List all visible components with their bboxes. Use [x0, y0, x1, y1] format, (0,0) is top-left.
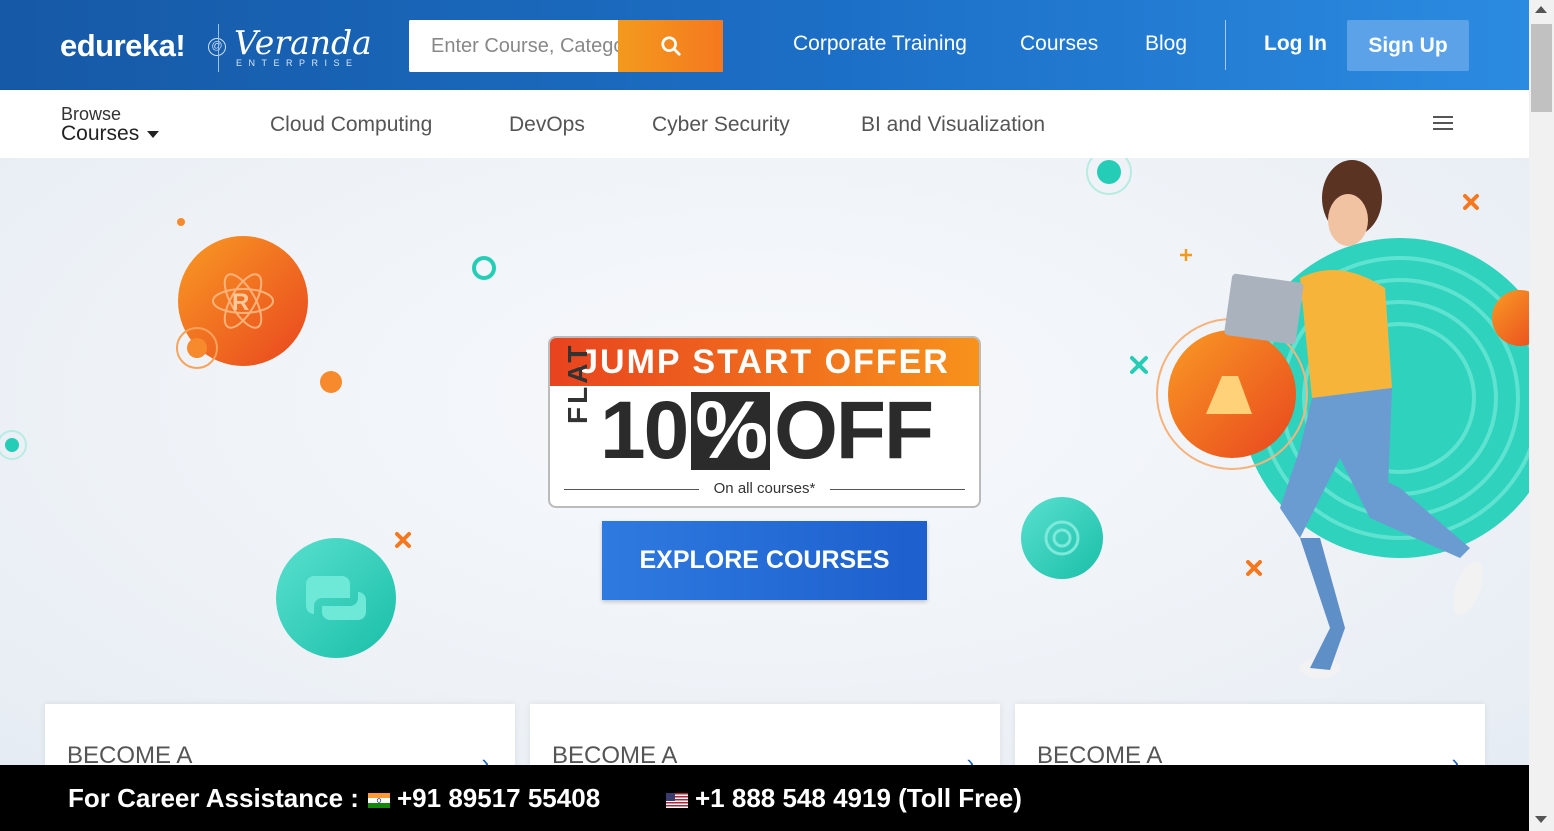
python-icon [276, 538, 396, 658]
top-header: edureka! @ Veranda ENTERPRISE Corporate … [0, 0, 1529, 90]
category-cyber-security[interactable]: Cyber Security [652, 113, 790, 137]
category-bi-visualization[interactable]: BI and Visualization [861, 113, 1045, 137]
offer-flat-label: FLAT [562, 342, 593, 424]
logo-divider [218, 24, 219, 72]
veranda-logo: Veranda [234, 23, 372, 62]
svg-text:R: R [232, 289, 249, 316]
edureka-logo[interactable]: edureka! [60, 28, 186, 64]
openai-icon [1021, 497, 1103, 579]
search-button[interactable] [618, 20, 723, 72]
chevron-down-icon [147, 130, 160, 138]
career-assistance-label: For Career Assistance : [68, 783, 359, 813]
login-link[interactable]: Log In [1264, 32, 1327, 56]
us-flag-icon [666, 793, 688, 808]
browse-courses-dropdown[interactable]: Courses [61, 122, 160, 146]
nav-corporate-training[interactable]: Corporate Training [793, 32, 967, 56]
scroll-up-arrow-icon[interactable] [1535, 6, 1547, 13]
browse-courses-label: Courses [61, 122, 140, 145]
offer-note: On all courses* [713, 480, 816, 497]
india-flag-icon [368, 793, 390, 808]
search-input[interactable] [409, 20, 619, 72]
offer-off: OFF [774, 385, 934, 476]
explore-courses-button[interactable]: EXPLORE COURSES [602, 521, 927, 600]
career-card[interactable]: BECOME A › [1015, 704, 1485, 775]
search-box [409, 20, 723, 72]
career-card[interactable]: BECOME A › [530, 704, 1000, 775]
offer-number: 10 [600, 385, 689, 476]
logo-at-symbol: @ [208, 38, 226, 56]
category-cloud-computing[interactable]: Cloud Computing [270, 113, 432, 137]
career-card[interactable]: BECOME A › [45, 704, 515, 775]
hamburger-menu-icon[interactable] [1433, 116, 1453, 131]
scroll-down-arrow-icon[interactable] [1535, 816, 1547, 823]
offer-card: JUMP START OFFER FLAT 10%OFF On all cour… [548, 336, 981, 508]
phone-us[interactable]: +1 888 548 4919 (Toll Free) [695, 783, 1022, 814]
search-icon [660, 36, 681, 56]
offer-title: JUMP START OFFER [550, 338, 979, 386]
nav-blog[interactable]: Blog [1145, 32, 1187, 56]
nav-courses[interactable]: Courses [1020, 32, 1098, 56]
offer-discount: 10%OFF [600, 385, 934, 476]
scrollbar-thumb[interactable] [1531, 24, 1552, 112]
page-scrollbar[interactable] [1529, 0, 1554, 831]
phone-india[interactable]: +91 89517 55408 [397, 783, 600, 814]
category-devops[interactable]: DevOps [509, 113, 585, 137]
offer-percent: % [691, 390, 771, 472]
signup-button[interactable]: Sign Up [1347, 20, 1469, 71]
veranda-subtitle: ENTERPRISE [236, 58, 359, 68]
career-assistance-bar: For Career Assistance : +91 89517 55408 … [0, 765, 1529, 831]
nav-separator [1225, 20, 1226, 70]
